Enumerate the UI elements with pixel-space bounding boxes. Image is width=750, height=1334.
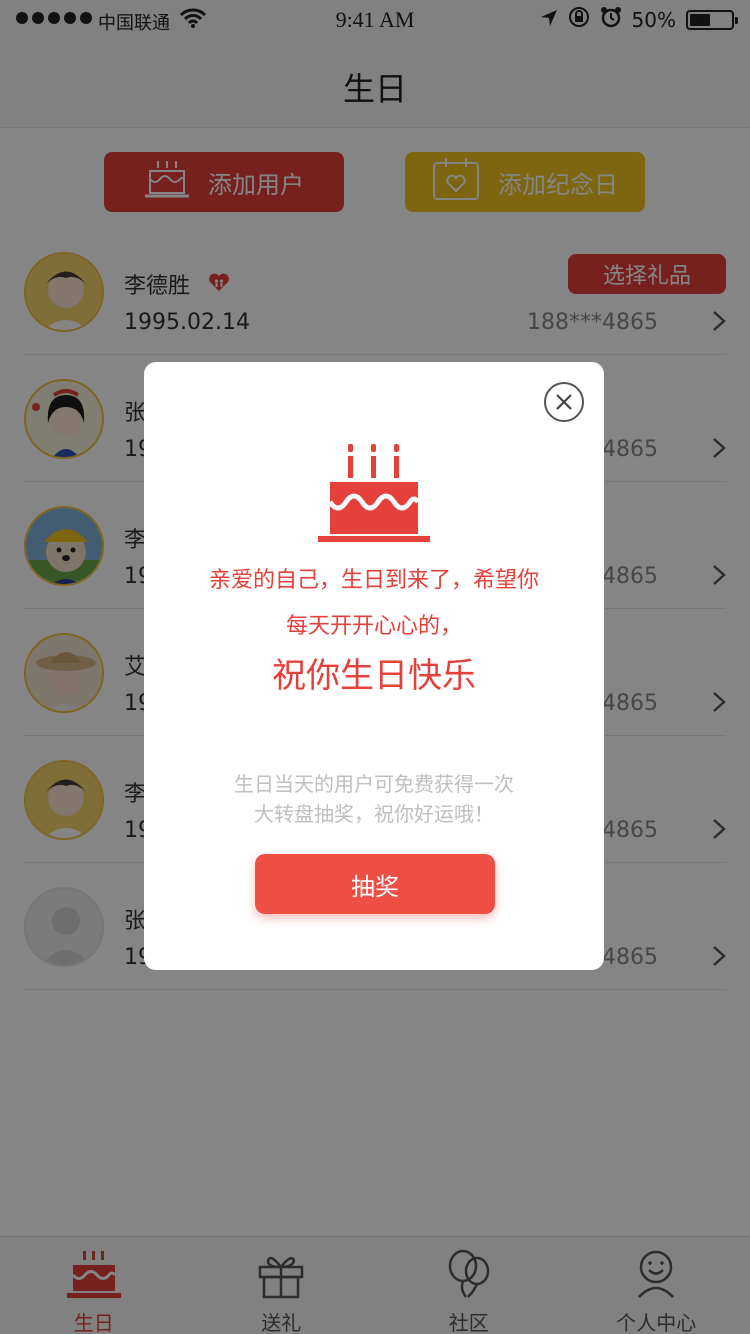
birthday-cake-icon	[316, 440, 432, 548]
greeting-line-2: 每天开开心心的，	[285, 614, 462, 639]
lottery-hint-line-2: 大转盘抽奖，祝你好运哦！	[254, 802, 494, 826]
lottery-button[interactable]: 抽奖	[255, 854, 495, 914]
greeting-line-1: 亲爱的自己，生日到来了，希望你	[208, 568, 539, 593]
birthday-wish-heading: 祝你生日快乐	[272, 656, 476, 696]
close-button[interactable]	[544, 382, 584, 422]
lottery-hint-line-1: 生日当天的用户可免费获得一次	[234, 772, 514, 796]
birthday-greeting-dialog: 亲爱的自己，生日到来了，希望你 每天开开心心的， 祝你生日快乐 生日当天的用户可…	[144, 362, 604, 970]
